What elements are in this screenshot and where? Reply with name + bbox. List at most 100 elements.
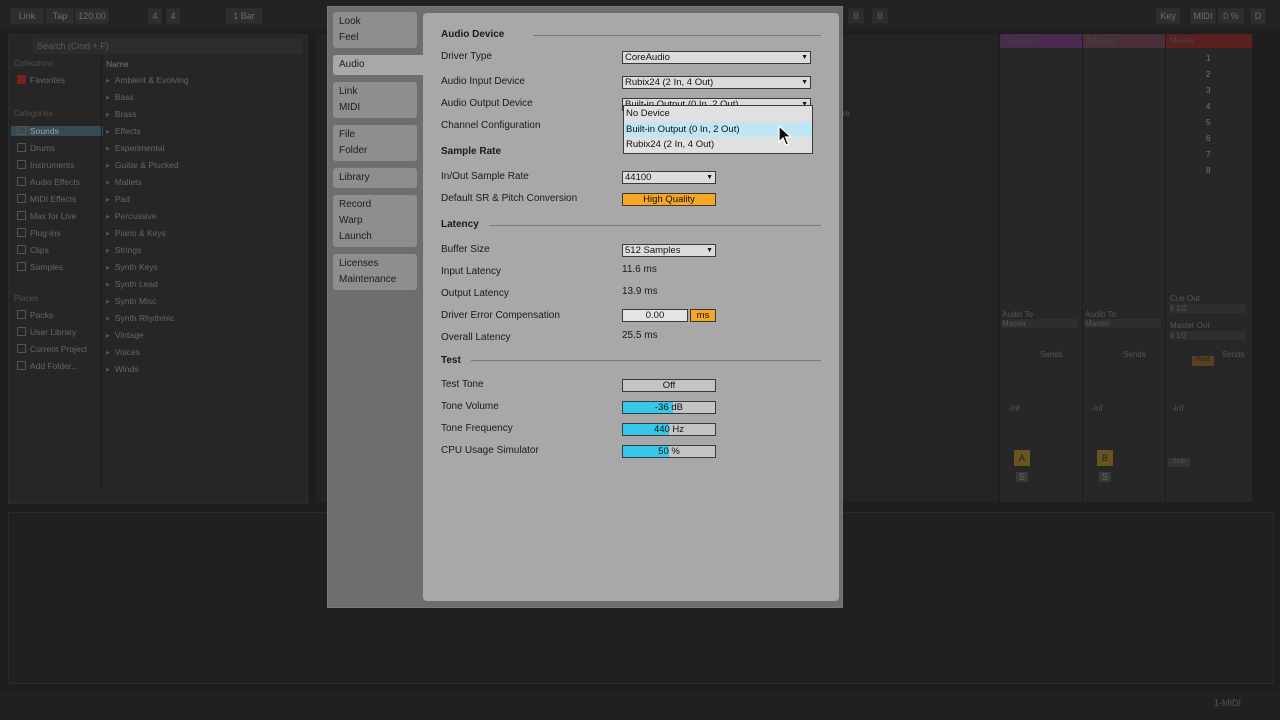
scene-launch-button[interactable]: 5: [1206, 118, 1210, 127]
browser-content: Name Ambient & Evolving Bass Brass Effects E…: [101, 57, 307, 491]
browser-item[interactable]: Pad: [106, 194, 130, 204]
driver-error-unit-toggle[interactable]: ms: [690, 309, 716, 322]
tone-volume-slider[interactable]: -36 dB: [622, 401, 716, 414]
browser-item[interactable]: Winds: [106, 364, 139, 374]
browser-item[interactable]: Vintage: [106, 330, 144, 340]
tab-file-folder[interactable]: File Folder: [333, 125, 417, 161]
sidebar-item-label: Audio Effects: [30, 177, 80, 187]
dropdown-arrow-icon: ▼: [706, 247, 713, 254]
position-field-1[interactable]: 0: [848, 8, 864, 24]
sidebar-item-place[interactable]: Packs: [17, 310, 53, 320]
browser-item[interactable]: Voices: [106, 347, 140, 357]
scene-launch-button[interactable]: 6: [1206, 134, 1210, 143]
sidebar-item-category[interactable]: Audio Effects: [17, 177, 80, 187]
scene-launch-button[interactable]: 3: [1206, 86, 1210, 95]
name-column-header[interactable]: Name: [106, 59, 129, 69]
sidebar-item-place[interactable]: Current Project: [17, 344, 87, 354]
activator-a-button[interactable]: A: [1014, 450, 1030, 466]
output-latency-label: Output Latency: [441, 288, 509, 299]
test-tone-toggle[interactable]: Off: [622, 379, 716, 392]
sidebar-item-label: Packs: [30, 310, 54, 320]
audio-input-device-select[interactable]: Rubix24 (2 In, 4 Out) ▼: [622, 76, 811, 89]
tempo-field[interactable]: 120.00: [75, 8, 109, 24]
sidebar-item-place[interactable]: User Library: [17, 327, 76, 337]
browser-item[interactable]: Brass: [106, 109, 137, 119]
section-test: Test: [441, 355, 461, 366]
master-title[interactable]: Master: [1166, 34, 1252, 48]
tone-frequency-slider[interactable]: 440 Hz: [622, 423, 716, 436]
tab-record-warp-launch[interactable]: Record Warp Launch: [333, 195, 417, 247]
meter-denominator[interactable]: 4: [166, 8, 180, 24]
sidebar-item-category[interactable]: Drums: [17, 143, 55, 153]
scene-launch-button[interactable]: 7: [1206, 150, 1210, 159]
sidebar-item-category[interactable]: Instruments: [17, 160, 74, 170]
browser-item[interactable]: Percussive: [106, 211, 157, 221]
tab-label: Licenses: [339, 258, 379, 269]
track-b-title[interactable]: B Delay: [1083, 34, 1165, 48]
sidebar-item-category[interactable]: Plug-ins: [17, 228, 61, 238]
cpu-usage-simulator-slider[interactable]: 50 %: [622, 445, 716, 458]
solo-button[interactable]: S: [1016, 472, 1028, 482]
tab-audio[interactable]: Audio: [333, 55, 423, 75]
sidebar-item-category[interactable]: MIDI Effects: [17, 194, 76, 204]
audio-preferences-panel: Audio Device Driver Type CoreAudio ▼ Audi…: [423, 13, 839, 601]
browser-item[interactable]: Effects: [106, 126, 141, 136]
scene-launch-button[interactable]: 1: [1206, 54, 1210, 63]
driver-type-select[interactable]: CoreAudio ▼: [622, 51, 811, 64]
quantize-select[interactable]: 1 Bar: [225, 8, 263, 24]
tab-link-midi[interactable]: Link MIDI: [333, 82, 417, 118]
key-map-button[interactable]: Key: [1156, 8, 1180, 24]
master-out-select[interactable]: ii 1/2: [1170, 331, 1246, 340]
position-field-2[interactable]: 0: [872, 8, 888, 24]
browser-item[interactable]: Mallets: [106, 177, 142, 187]
scene-launch-button[interactable]: 2: [1206, 70, 1210, 79]
sidebar-item-category[interactable]: Samples: [17, 262, 63, 272]
audio-input-device-value: Rubix24 (2 In, 4 Out): [625, 77, 714, 88]
solo-button[interactable]: Solo: [1168, 458, 1190, 467]
tone-volume-value: -36 dB: [655, 402, 683, 413]
browser-item[interactable]: Synth Misc: [106, 296, 157, 306]
buffer-size-select[interactable]: 512 Samples ▼: [622, 244, 716, 257]
tab-look-feel[interactable]: Look Feel: [333, 12, 417, 48]
audio-to-select-a[interactable]: Master: [1002, 319, 1078, 328]
driver-error-compensation-input[interactable]: 0.00: [622, 309, 688, 322]
browser-item[interactable]: Experimental: [106, 143, 165, 153]
browser-item[interactable]: Strings: [106, 245, 141, 255]
track-a-title[interactable]: A Reverb: [1000, 34, 1082, 48]
sr-conversion-toggle[interactable]: High Quality: [622, 193, 716, 206]
scene-launch-button[interactable]: 4: [1206, 102, 1210, 111]
output-latency-value: 13.9 ms: [622, 286, 658, 297]
cpu-usage-simulator-label: CPU Usage Simulator: [441, 445, 539, 456]
sample-rate-select[interactable]: 44100 ▼: [622, 171, 716, 184]
activator-b-button[interactable]: B: [1097, 450, 1113, 466]
browser-item[interactable]: Ambient & Evolving: [106, 75, 189, 85]
browser-item[interactable]: Piano & Keys: [106, 228, 166, 238]
menu-option[interactable]: No Device: [624, 106, 812, 122]
volume-value[interactable]: -Inf: [1008, 404, 1020, 413]
link-button[interactable]: Link: [10, 8, 44, 24]
meter-numerator[interactable]: 4: [148, 8, 162, 24]
volume-value[interactable]: -Inf: [1172, 404, 1184, 413]
tab-licenses-maintenance[interactable]: Licenses Maintenance: [333, 254, 417, 290]
scene-launch-button[interactable]: 8: [1206, 166, 1210, 175]
browser-item[interactable]: Bass: [106, 92, 134, 102]
browser-item[interactable]: Synth Keys: [106, 262, 158, 272]
volume-value[interactable]: -Inf: [1091, 404, 1103, 413]
cue-out-select[interactable]: ii 1/2: [1170, 304, 1246, 313]
midi-map-button[interactable]: MIDI: [1190, 8, 1216, 24]
sidebar-item-category[interactable]: Max for Live: [17, 211, 76, 221]
solo-button[interactable]: S: [1099, 472, 1111, 482]
sidebar-item-category[interactable]: Sounds: [11, 126, 103, 136]
tap-button[interactable]: Tap: [46, 8, 74, 24]
browser-item[interactable]: Synth Rhythmic: [106, 313, 175, 323]
post-button[interactable]: Post: [1192, 356, 1214, 366]
browser-item[interactable]: Guitar & Plucked: [106, 160, 179, 170]
sidebar-item-category[interactable]: Clips: [17, 245, 49, 255]
browser-item[interactable]: Synth Lead: [106, 279, 158, 289]
tab-library[interactable]: Library: [333, 168, 417, 188]
sidebar-item-place[interactable]: Add Folder...: [17, 361, 78, 371]
audio-to-select-b[interactable]: Master: [1085, 319, 1161, 328]
sidebar-item-label: Add Folder...: [30, 361, 79, 371]
sidebar-item-favorites[interactable]: Favorites: [17, 75, 65, 85]
browser-search-input[interactable]: Search (Cmd + F): [33, 38, 303, 54]
